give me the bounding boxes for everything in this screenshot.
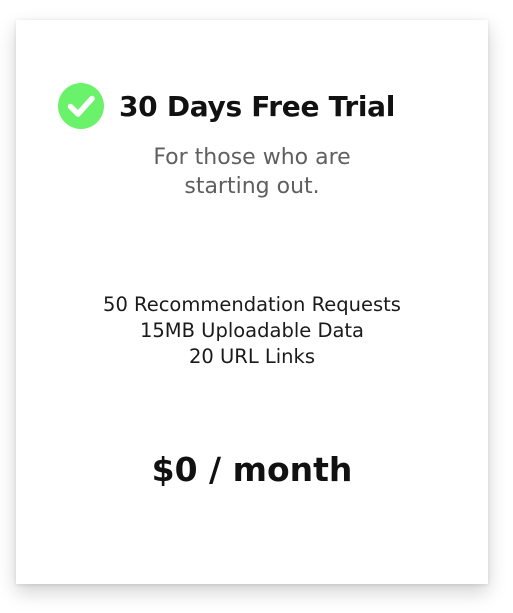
feature-item: 20 URL Links — [189, 345, 315, 368]
plan-price: $0 / month — [151, 450, 353, 489]
check-circle-icon — [58, 83, 104, 129]
plan-subtitle-line: For those who are — [153, 145, 351, 170]
plan-header: 30 Days Free Trial — [58, 83, 395, 129]
plan-subtitle-line: starting out. — [184, 174, 320, 199]
plan-subtitle: For those who are starting out. — [16, 143, 488, 201]
pricing-card: 30 Days Free Trial For those who are sta… — [16, 20, 488, 584]
plan-title: 30 Days Free Trial — [119, 89, 396, 123]
plan-features: 50 Recommendation Requests 15MB Uploadab… — [16, 292, 488, 370]
feature-item: 15MB Uploadable Data — [139, 319, 365, 342]
feature-item: 50 Recommendation Requests — [103, 293, 401, 316]
